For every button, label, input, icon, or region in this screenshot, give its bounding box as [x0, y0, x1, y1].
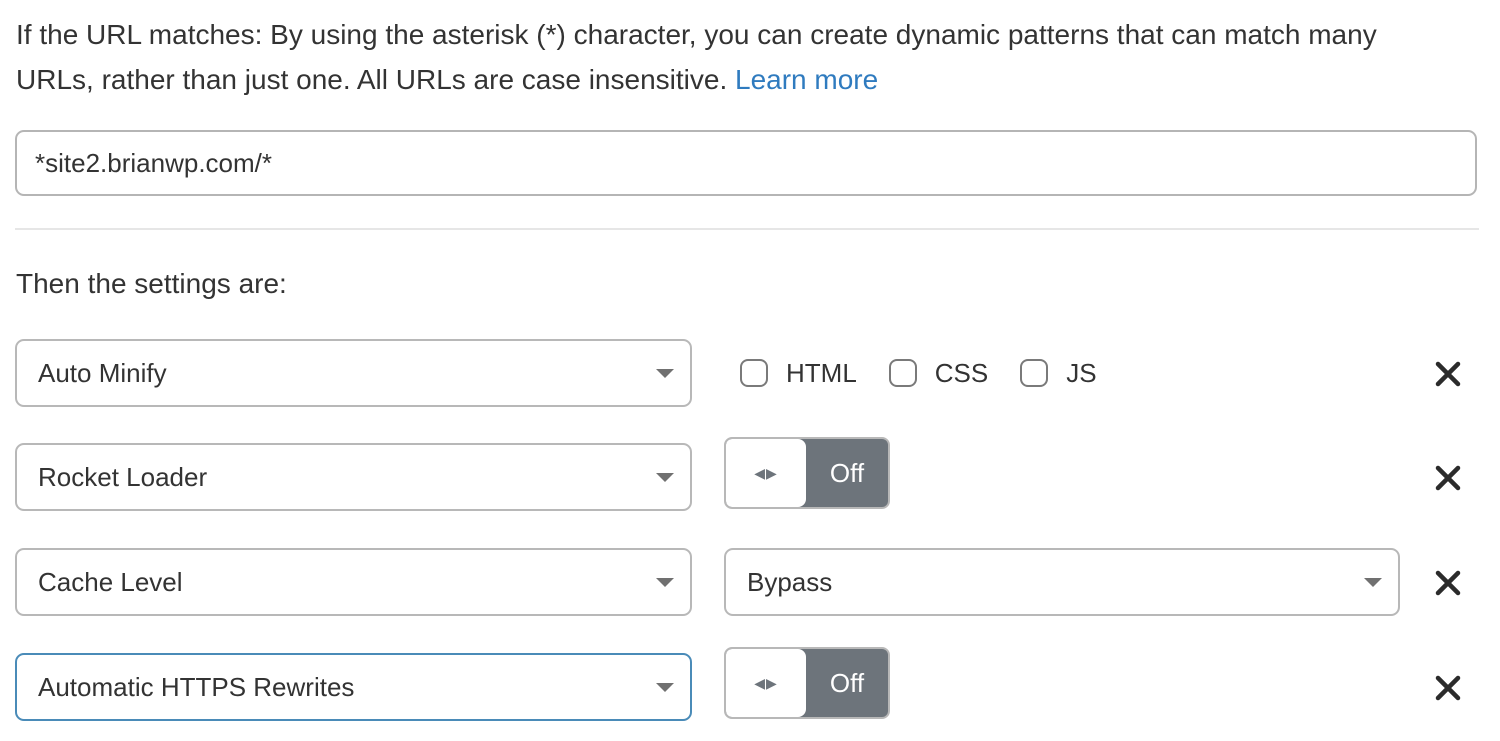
setting-select-label: Auto Minify: [38, 358, 167, 388]
setting-select-auto-minify[interactable]: Auto Minify: [15, 339, 692, 407]
toggle-handle[interactable]: ◀▶: [726, 649, 806, 717]
close-icon[interactable]: [1433, 568, 1463, 598]
setting-select-rocket-loader[interactable]: Rocket Loader: [15, 443, 692, 511]
intro-text: If the URL matches: By using the asteris…: [16, 19, 1377, 95]
checkbox-label: HTML: [786, 357, 857, 388]
left-right-arrows-icon: ◀▶: [754, 464, 778, 481]
url-pattern-input[interactable]: [15, 130, 1477, 196]
learn-more-link[interactable]: Learn more: [735, 64, 878, 95]
setting-select-label: Automatic HTTPS Rewrites: [38, 672, 355, 702]
checkbox-js[interactable]: JS: [1020, 357, 1097, 389]
chevron-down-icon: [656, 683, 674, 692]
checkbox-box[interactable]: [1020, 359, 1049, 387]
setting-select-label: Cache Level: [38, 567, 183, 597]
setting-row-cache-level: Cache Level Bypass: [0, 548, 1500, 618]
chevron-down-icon: [656, 473, 674, 482]
checkbox-box[interactable]: [888, 359, 917, 387]
setting-select-automatic-https-rewrites[interactable]: Automatic HTTPS Rewrites: [15, 653, 692, 721]
checkbox-box[interactable]: [740, 359, 768, 387]
left-right-arrows-icon: ◀▶: [754, 674, 778, 691]
checkbox-label: CSS: [934, 357, 989, 388]
toggle-handle[interactable]: ◀▶: [726, 439, 806, 507]
chevron-down-icon: [656, 578, 674, 587]
close-icon[interactable]: [1433, 463, 1463, 493]
rocket-loader-toggle[interactable]: ◀▶ Off: [724, 437, 890, 509]
cache-level-value-select[interactable]: Bypass: [724, 548, 1400, 616]
minify-options: HTML CSS JS: [740, 357, 1129, 389]
checkbox-html[interactable]: HTML: [740, 358, 857, 389]
https-rewrites-toggle[interactable]: ◀▶ Off: [724, 647, 890, 719]
toggle-state-label: Off: [829, 458, 865, 488]
toggle-state-label: Off: [829, 668, 865, 698]
close-icon[interactable]: [1433, 673, 1463, 703]
chevron-down-icon: [656, 369, 674, 378]
setting-row-auto-minify: Auto Minify HTML CSS JS: [0, 339, 1500, 409]
cache-level-value: Bypass: [747, 567, 833, 597]
section-divider: [15, 228, 1479, 230]
setting-select-cache-level[interactable]: Cache Level: [15, 548, 692, 616]
checkbox-label: JS: [1066, 357, 1097, 388]
chevron-down-icon: [1364, 578, 1382, 587]
setting-row-rocket-loader: Rocket Loader ◀▶ Off: [0, 437, 1500, 513]
close-icon[interactable]: [1433, 359, 1463, 389]
settings-heading: Then the settings are:: [16, 268, 287, 299]
setting-row-automatic-https-rewrites: Automatic HTTPS Rewrites ◀▶ Off: [0, 647, 1500, 723]
checkbox-css[interactable]: CSS: [888, 357, 989, 389]
setting-select-label: Rocket Loader: [38, 462, 208, 492]
url-match-description: If the URL matches: By using the asteris…: [16, 12, 1456, 102]
